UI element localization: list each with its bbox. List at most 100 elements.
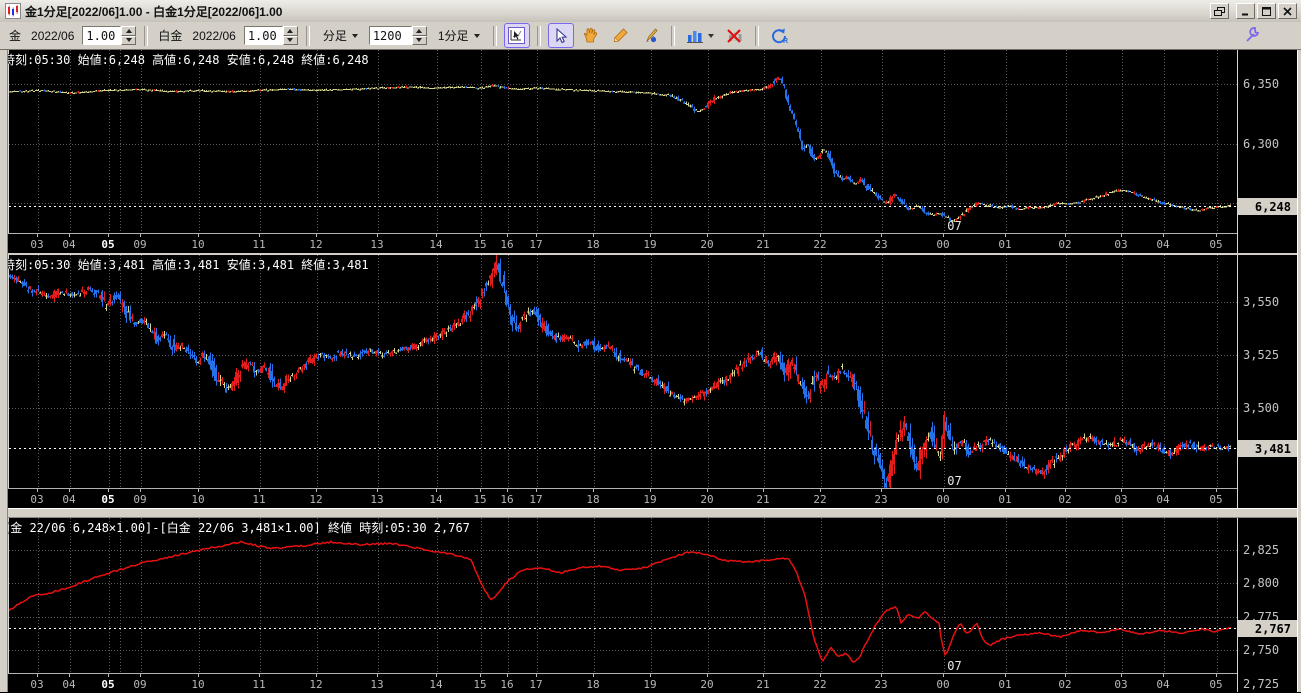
up-arrow-icon bbox=[287, 28, 294, 33]
platinum-chart-price-scale: 3,550 3,525 3,500 3,481 bbox=[1237, 255, 1298, 508]
gold-multiplier-down-button[interactable] bbox=[121, 35, 137, 45]
price-axis-label: 2,800 bbox=[1243, 576, 1280, 590]
settings-wrench-button[interactable] bbox=[1242, 25, 1261, 44]
toolbar-separator bbox=[305, 25, 310, 46]
time-tick bbox=[37, 234, 38, 237]
time-tick bbox=[507, 489, 508, 492]
time-axis-label: 18 bbox=[586, 678, 600, 691]
interval-dropdown-label: 1分足 bbox=[437, 29, 469, 43]
time-tick bbox=[1005, 489, 1006, 492]
window-border-right bbox=[1297, 49, 1301, 692]
time-axis-label: 17 bbox=[529, 493, 543, 506]
price-axis-label: 3,550 bbox=[1243, 295, 1280, 309]
time-tick bbox=[37, 674, 38, 677]
time-tick bbox=[1065, 234, 1066, 237]
pencil-draw-button[interactable] bbox=[608, 23, 634, 48]
time-tick bbox=[650, 674, 651, 677]
time-tick bbox=[536, 674, 537, 677]
time-axis-label: 09 bbox=[133, 493, 147, 506]
pen-annotate-button[interactable] bbox=[638, 23, 664, 48]
time-axis-label: 05 bbox=[1209, 493, 1223, 506]
time-tick bbox=[593, 489, 594, 492]
time-axis-label: 10 bbox=[191, 678, 205, 691]
time-axis-label: 05 bbox=[1209, 678, 1223, 691]
bar-count-up-button[interactable] bbox=[411, 26, 427, 36]
time-tick bbox=[1216, 234, 1217, 237]
time-tick bbox=[108, 234, 109, 237]
time-axis-label: 03 bbox=[1114, 238, 1128, 251]
up-arrow-icon bbox=[125, 28, 132, 33]
panel-splitter[interactable] bbox=[0, 508, 1301, 518]
time-tick bbox=[650, 489, 651, 492]
crosshair-chart-icon bbox=[508, 27, 526, 44]
title-bar[interactable]: 金1分足[2022/06]1.00 - 白金1分足[2022/06]1.00 bbox=[0, 0, 1301, 23]
time-tick bbox=[37, 489, 38, 492]
time-axis-label: 18 bbox=[586, 238, 600, 251]
gold-multiplier-value[interactable]: 1.00 bbox=[82, 26, 122, 45]
time-axis-label: 15 bbox=[473, 238, 487, 251]
platinum-chart-plot[interactable]: 07 bbox=[8, 255, 1238, 488]
toolbar-separator bbox=[670, 25, 675, 46]
time-tick bbox=[707, 674, 708, 677]
time-tick bbox=[140, 489, 141, 492]
platinum-multiplier-down-button[interactable] bbox=[282, 35, 298, 45]
hand-pan-button[interactable] bbox=[578, 23, 604, 48]
time-tick bbox=[69, 489, 70, 492]
time-tick bbox=[507, 234, 508, 237]
time-axis-label: 19 bbox=[643, 493, 657, 506]
time-axis-label: 01 bbox=[998, 238, 1012, 251]
float-window-button[interactable] bbox=[1210, 3, 1229, 19]
time-axis-label: 22 bbox=[813, 238, 827, 251]
toolbar-separator bbox=[536, 25, 541, 46]
chevron-down-icon bbox=[473, 33, 480, 38]
time-tick bbox=[1065, 674, 1066, 677]
toolbar: 金 2022/06 1.00 白金 2022/06 1.00 分足 1200 1… bbox=[0, 22, 1301, 50]
gold-multiplier-up-button[interactable] bbox=[121, 26, 137, 36]
time-axis-label: 21 bbox=[756, 678, 770, 691]
minimize-button[interactable] bbox=[1236, 3, 1255, 19]
time-axis-label: 23 bbox=[874, 678, 888, 691]
time-axis-label: 22 bbox=[813, 493, 827, 506]
platinum-chart-time-axis: 03 04 05 09 10 11 12 13 14 15 16 17 18 19 20 21 22 23 00 01… bbox=[8, 488, 1237, 509]
chart-type-button[interactable] bbox=[682, 23, 718, 48]
time-axis-label: 20 bbox=[700, 678, 714, 691]
time-tick bbox=[763, 489, 764, 492]
bar-count-down-button[interactable] bbox=[411, 35, 427, 45]
timeframe-dropdown[interactable]: 分足 bbox=[317, 25, 364, 46]
select-pointer-button[interactable] bbox=[547, 23, 574, 48]
maximize-icon bbox=[1262, 6, 1271, 16]
crosshair-chart-button[interactable] bbox=[503, 23, 530, 48]
time-tick bbox=[480, 234, 481, 237]
close-button[interactable] bbox=[1278, 3, 1297, 19]
platinum-multiplier-value[interactable]: 1.00 bbox=[243, 26, 283, 45]
hand-pan-icon bbox=[583, 27, 598, 43]
platinum-multiplier-up-button[interactable] bbox=[282, 26, 298, 36]
time-tick bbox=[436, 674, 437, 677]
time-axis-label: 17 bbox=[529, 238, 543, 251]
time-axis-label: 04 bbox=[62, 238, 76, 251]
time-axis-label: 11 bbox=[252, 678, 266, 691]
gold-chart-plot[interactable]: 07 bbox=[8, 50, 1238, 233]
chart-type-icon bbox=[686, 30, 714, 43]
time-axis-label: 12 bbox=[309, 493, 323, 506]
time-tick bbox=[1005, 674, 1006, 677]
interval-dropdown[interactable]: 1分足 bbox=[432, 25, 486, 46]
time-axis-label: 13 bbox=[370, 678, 384, 691]
gold-month-label: 2022/06 bbox=[31, 28, 75, 43]
time-tick bbox=[943, 674, 944, 677]
time-axis-label: 05 bbox=[101, 678, 115, 691]
time-axis-label: 14 bbox=[429, 493, 443, 506]
refresh-button[interactable]: R bbox=[766, 23, 792, 48]
spread-chart-info: [金 22/06 6,248×1.00]-[白金 22/06 3,481×1.0… bbox=[3, 521, 470, 535]
bar-count-value[interactable]: 1200 bbox=[368, 26, 412, 45]
maximize-button[interactable] bbox=[1257, 3, 1276, 19]
time-tick bbox=[69, 234, 70, 237]
candlestick-chart-icon bbox=[5, 3, 21, 19]
spread-chart-plot[interactable]: 07 bbox=[8, 518, 1238, 673]
time-axis-label: 11 bbox=[252, 493, 266, 506]
time-axis-label: 21 bbox=[756, 238, 770, 251]
time-axis-label: 03 bbox=[30, 678, 44, 691]
time-axis-label: 05 bbox=[101, 238, 115, 251]
clear-chart-button[interactable] bbox=[722, 23, 748, 48]
time-axis-label: 19 bbox=[643, 678, 657, 691]
